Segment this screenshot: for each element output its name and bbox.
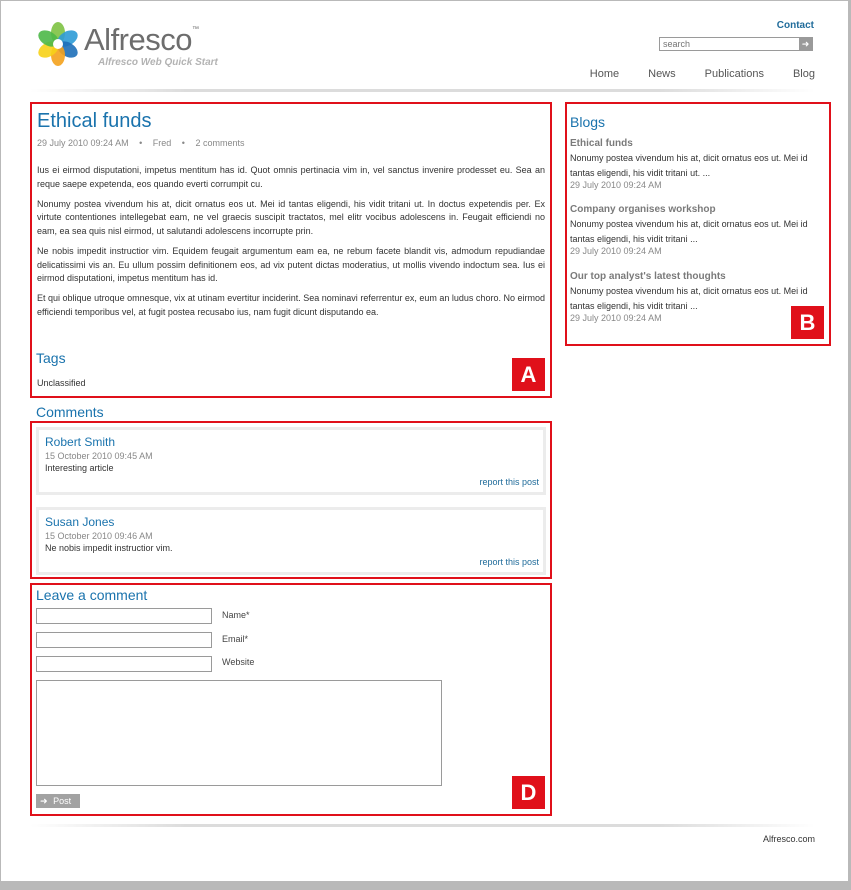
article-date: 29 July 2010 09:24 AM [37,138,129,148]
blog-item-title[interactable]: Our top analyst's latest thoughts [570,271,816,282]
leave-comment-heading: Leave a comment [36,587,148,603]
post-button[interactable]: ➜ Post [36,794,80,808]
meta-separator: • [139,138,143,148]
report-post-link[interactable]: report this post [479,557,539,567]
contact-link[interactable]: Contact [777,20,814,31]
comment-text: Ne nobis impedit instructior vim. [45,543,173,553]
email-label: Email* [222,634,249,644]
marker-a: A [512,358,545,391]
nav-publications[interactable]: Publications [705,68,764,80]
blog-item-title[interactable]: Ethical funds [570,138,816,149]
logo-subtitle: Alfresco Web Quick Start [98,57,218,68]
article-paragraph: Nonumy postea vivendum his at, dicit orn… [37,198,545,236]
blog-item: Company organises workshop Nonumy postea… [570,204,816,256]
marker-d: D [512,776,545,809]
comments-heading: Comments [36,404,104,420]
email-field[interactable] [36,632,212,648]
blog-item: Our top analyst's latest thoughts Nonumy… [570,271,816,323]
logo-wordmark: Alfresco™ [84,22,199,57]
tag-unclassified[interactable]: Unclassified [37,378,86,388]
comment-card: Robert Smith 15 October 2010 09:45 AM In… [36,427,546,495]
name-field[interactable] [36,608,212,624]
blog-item-excerpt: Nonumy postea vivendum his at, dicit orn… [570,153,808,178]
arrow-right-icon: ➜ [801,39,810,49]
comment-card: Susan Jones 15 October 2010 09:46 AM Ne … [36,507,546,575]
article-meta: 29 July 2010 09:24 AM • Fred • 2 comment… [37,138,245,148]
nav-news[interactable]: News [648,68,676,80]
article-comment-count[interactable]: 2 comments [195,138,244,148]
comment-date: 15 October 2010 09:45 AM [45,451,153,461]
comment-date: 15 October 2010 09:46 AM [45,531,153,541]
report-post-link[interactable]: report this post [479,477,539,487]
blog-item-title[interactable]: Company organises workshop [570,204,816,215]
search-box: ➜ [659,37,813,51]
article-body: Ius ei eirmod disputationi, impetus ment… [37,164,545,326]
blog-item-date: 29 July 2010 09:24 AM [570,246,662,256]
meta-separator: • [181,138,185,148]
article-author[interactable]: Fred [153,138,172,148]
blogs-heading: Blogs [570,114,606,130]
nav-blog[interactable]: Blog [793,68,815,80]
alfresco-flower-icon [38,22,78,66]
footer-link[interactable]: Alfresco.com [763,834,815,844]
blog-item-date: 29 July 2010 09:24 AM [570,313,662,323]
article-paragraph: Et qui oblique utroque omnesque, vix at … [37,293,545,317]
blog-item-excerpt: Nonumy postea vivendum his at, dicit orn… [570,219,808,244]
post-button-label: Post [53,796,72,806]
blog-item-excerpt: Nonumy postea vivendum his at, dicit orn… [570,286,808,311]
header-divider [30,89,815,92]
blog-item-date: 29 July 2010 09:24 AM [570,180,662,190]
article-title: Ethical funds [37,110,152,132]
comment-text: Interesting article [45,463,114,473]
alfresco-logo[interactable]: Alfresco™ Alfresco Web Quick Start [36,20,236,74]
arrow-right-icon: ➜ [40,796,48,806]
comment-author: Susan Jones [45,515,115,529]
website-field[interactable] [36,656,212,672]
website-label: Website [222,657,255,667]
tags-heading: Tags [36,350,66,366]
search-submit-button[interactable]: ➜ [799,38,812,50]
comment-author: Robert Smith [45,435,116,449]
footer-divider [30,824,815,827]
article-paragraph: Ne nobis impedit instructior vim. Equide… [37,246,545,284]
search-input[interactable] [660,38,800,50]
name-label: Name* [222,610,250,620]
article-paragraph: Ius ei eirmod disputationi, impetus ment… [37,165,545,189]
blog-item: Ethical funds Nonumy postea vivendum his… [570,138,816,190]
comment-textarea[interactable] [36,680,442,786]
nav-home[interactable]: Home [590,68,619,80]
main-nav: Home News Publications Blog [561,68,815,80]
